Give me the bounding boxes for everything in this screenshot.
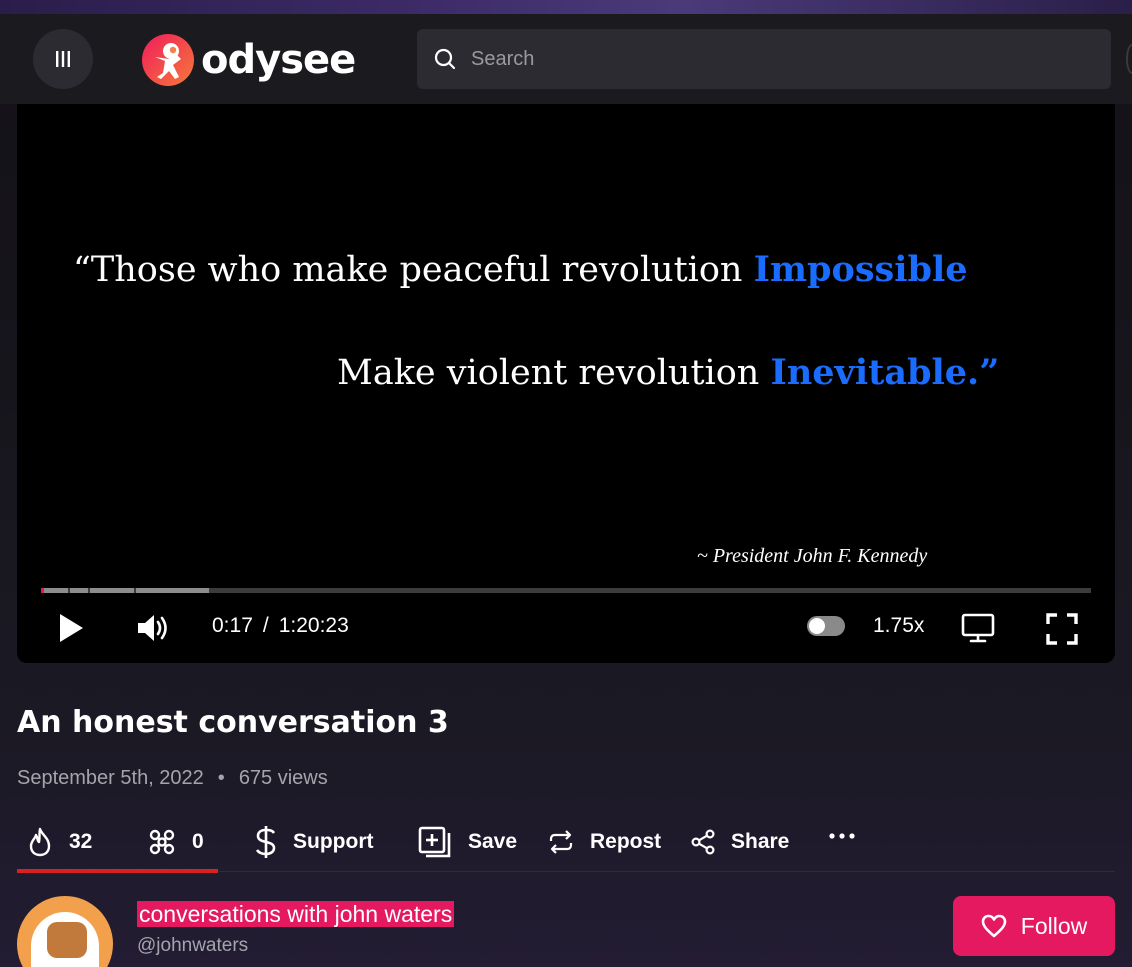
dollar-icon — [255, 826, 276, 858]
current-time: 0:17 — [212, 614, 253, 637]
quote-line-2: Make violent revolution Inevitable.” — [337, 352, 1000, 393]
channel-name[interactable]: conversations with john waters — [137, 901, 455, 927]
add-to-playlist-icon — [418, 826, 451, 858]
repost-label: Repost — [590, 830, 662, 853]
view-count: 675 views — [238, 767, 328, 789]
search-bar[interactable] — [417, 29, 1111, 89]
logo-wordmark: odysee — [201, 37, 356, 83]
slime-icon — [149, 829, 175, 855]
repost-icon — [549, 830, 573, 854]
avatar-visor — [47, 922, 87, 958]
video-title: An honest conversation 3 — [17, 705, 449, 740]
quote-line-1: “Those who make peaceful revolution Impo… — [73, 249, 968, 290]
slime-reaction-button[interactable]: 0 — [148, 815, 204, 869]
share-label: Share — [731, 830, 790, 853]
spaceman-logo-icon — [142, 34, 194, 86]
support-button[interactable]: Support — [255, 815, 373, 869]
channel-handle[interactable]: @johnwaters — [137, 935, 248, 957]
channel-section: conversations with john waters @johnwate… — [0, 895, 1132, 967]
repost-button[interactable]: Repost — [548, 815, 661, 869]
site-header: odysee — [0, 14, 1132, 104]
player-controls: 0:17 / 1:20:23 1.75x — [17, 600, 1115, 656]
partial-header-button[interactable] — [1126, 44, 1132, 74]
search-input[interactable] — [471, 47, 1071, 71]
progress-buffered — [41, 588, 209, 593]
fire-icon — [29, 827, 51, 857]
fire-count: 32 — [69, 830, 93, 853]
action-divider — [218, 871, 1115, 872]
autoplay-toggle[interactable] — [807, 616, 845, 636]
time-separator: / — [262, 614, 269, 637]
action-bar: 32 0 Support Save Repost Share — [17, 815, 1115, 873]
volume-button[interactable] — [135, 610, 171, 646]
playback-speed-button[interactable]: 1.75x — [873, 614, 924, 638]
support-label: Support — [293, 830, 374, 853]
monitor-icon — [961, 613, 995, 643]
channel-avatar[interactable] — [17, 896, 113, 967]
more-dots-icon — [829, 833, 855, 839]
menu-button[interactable] — [33, 29, 93, 89]
meta-separator: • — [217, 767, 225, 789]
top-gradient-strip — [0, 0, 1132, 14]
play-button[interactable] — [55, 612, 87, 644]
heart-icon — [981, 914, 1007, 938]
share-button[interactable]: Share — [691, 815, 789, 869]
quote-attribution: ~ President John F. Kennedy — [697, 545, 928, 567]
publish-date: September 5th, 2022 — [17, 767, 204, 789]
follow-label: Follow — [1020, 912, 1088, 939]
theater-mode-button[interactable] — [961, 612, 995, 644]
progress-played — [41, 588, 45, 593]
odysee-logo[interactable]: odysee — [141, 32, 356, 88]
save-button[interactable]: Save — [418, 815, 517, 869]
share-icon — [691, 829, 715, 855]
fullscreen-button[interactable] — [1045, 612, 1079, 646]
toggle-knob — [809, 618, 825, 634]
slime-count: 0 — [192, 830, 204, 853]
time-display: 0:17 / 1:20:23 — [212, 614, 349, 638]
duration: 1:20:23 — [278, 614, 349, 637]
progress-bar[interactable] — [41, 588, 1091, 593]
volume-icon — [138, 615, 167, 641]
video-meta: September 5th, 2022 • 675 views — [17, 767, 328, 790]
search-icon — [434, 48, 456, 70]
chapter-marker — [134, 588, 136, 593]
play-icon — [60, 614, 83, 642]
chapter-marker — [88, 588, 90, 593]
fire-reaction-button[interactable]: 32 — [27, 815, 92, 869]
reaction-active-underline — [17, 869, 218, 873]
more-options-button[interactable] — [829, 809, 871, 863]
follow-button[interactable]: Follow — [953, 896, 1115, 956]
video-player[interactable]: “Those who make peaceful revolution Impo… — [17, 104, 1115, 663]
fullscreen-icon — [1046, 613, 1078, 645]
menu-icon — [56, 51, 70, 67]
save-label: Save — [468, 830, 518, 853]
chapter-marker — [68, 588, 70, 593]
